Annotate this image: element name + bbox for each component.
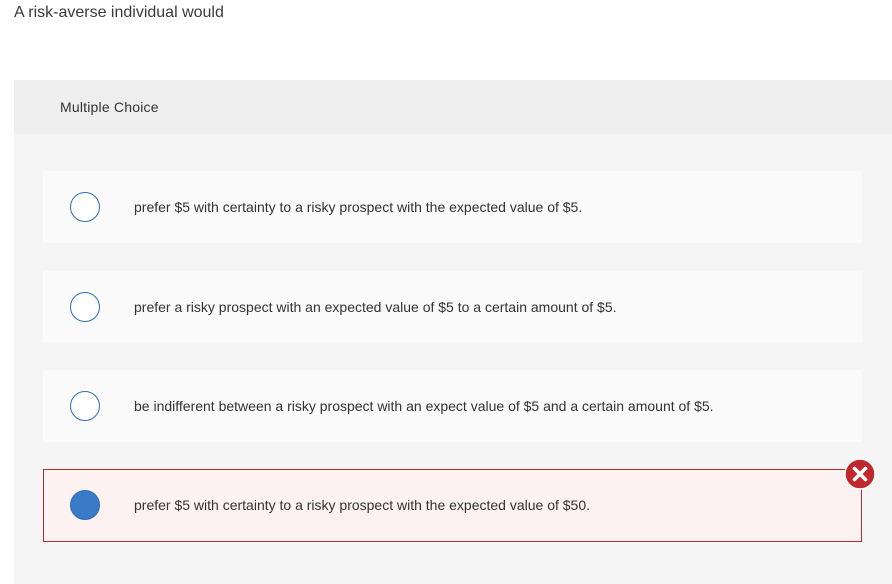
question-text: A risk-averse individual would — [14, 4, 224, 21]
answer-option-label: be indifferent between a risky prospect … — [134, 398, 714, 414]
panel-title: Multiple Choice — [60, 99, 159, 115]
x-circle-icon — [844, 458, 876, 490]
page: A risk-averse individual would Multiple … — [0, 0, 892, 584]
answer-option-2[interactable]: prefer a risky prospect with an expected… — [43, 271, 862, 343]
panel-header: Multiple Choice — [14, 80, 892, 134]
radio-icon[interactable] — [70, 292, 100, 322]
answer-option-4[interactable]: prefer $5 with certainty to a risky pros… — [43, 469, 862, 542]
answer-option-label: prefer $5 with certainty to a risky pros… — [134, 199, 583, 215]
answer-option-label: prefer a risky prospect with an expected… — [134, 299, 617, 315]
answer-option-1[interactable]: prefer $5 with certainty to a risky pros… — [43, 171, 862, 243]
radio-icon[interactable] — [70, 192, 100, 222]
radio-selected-icon[interactable] — [70, 490, 100, 520]
answer-option-3[interactable]: be indifferent between a risky prospect … — [43, 370, 862, 442]
radio-icon[interactable] — [70, 391, 100, 421]
answer-option-label: prefer $5 with certainty to a risky pros… — [134, 497, 591, 513]
